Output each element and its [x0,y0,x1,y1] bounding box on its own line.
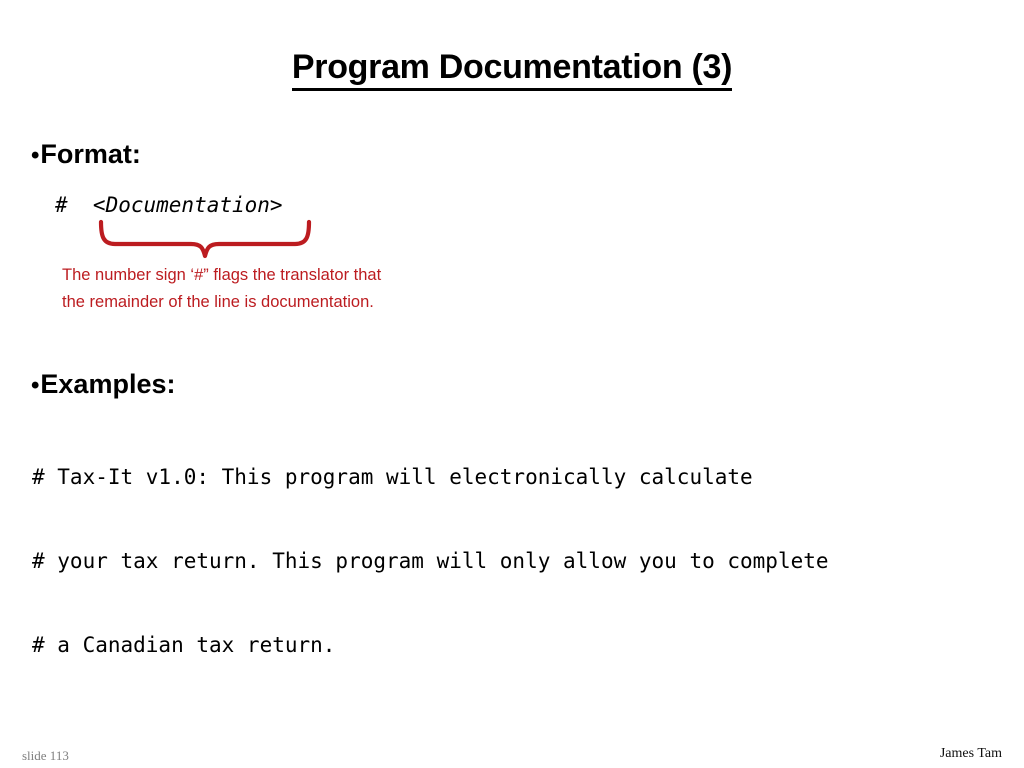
bullet-marker-icon: • [31,142,40,169]
bullet-label-examples: Examples: [40,369,176,399]
annotation-line-2: the remainder of the line is documentati… [62,292,374,311]
code-line: # Tax-It v1.0: This program will electro… [32,465,753,489]
bullet-marker-icon: • [31,372,40,399]
format-code-sample: # <Documentation> [55,193,283,217]
code-line: # a Canadian tax return. [32,633,336,657]
bullet-item-format: • Format: [31,141,141,168]
code-line: # your tax return. This program will onl… [32,549,829,573]
annotation-text: The number sign ‘#” flags the translator… [62,262,532,315]
annotation-line-1: The number sign ‘#” flags the translator… [62,266,382,284]
examples-code-block: # Tax-It v1.0: This program will electro… [32,407,829,715]
slide-canvas: Program Documentation (3) • Format: # <D… [0,0,1024,768]
page-title: Program Documentation (3) [0,48,1024,91]
bullet-label-format: Format: [40,139,141,169]
footer-author: James Tam [939,746,1002,761]
footer-slide-number: slide 113 [22,748,69,763]
curly-brace-down-icon [93,218,317,260]
page-title-text: Program Documentation (3) [291,49,732,91]
bullet-item-examples: • Examples: [31,371,175,398]
